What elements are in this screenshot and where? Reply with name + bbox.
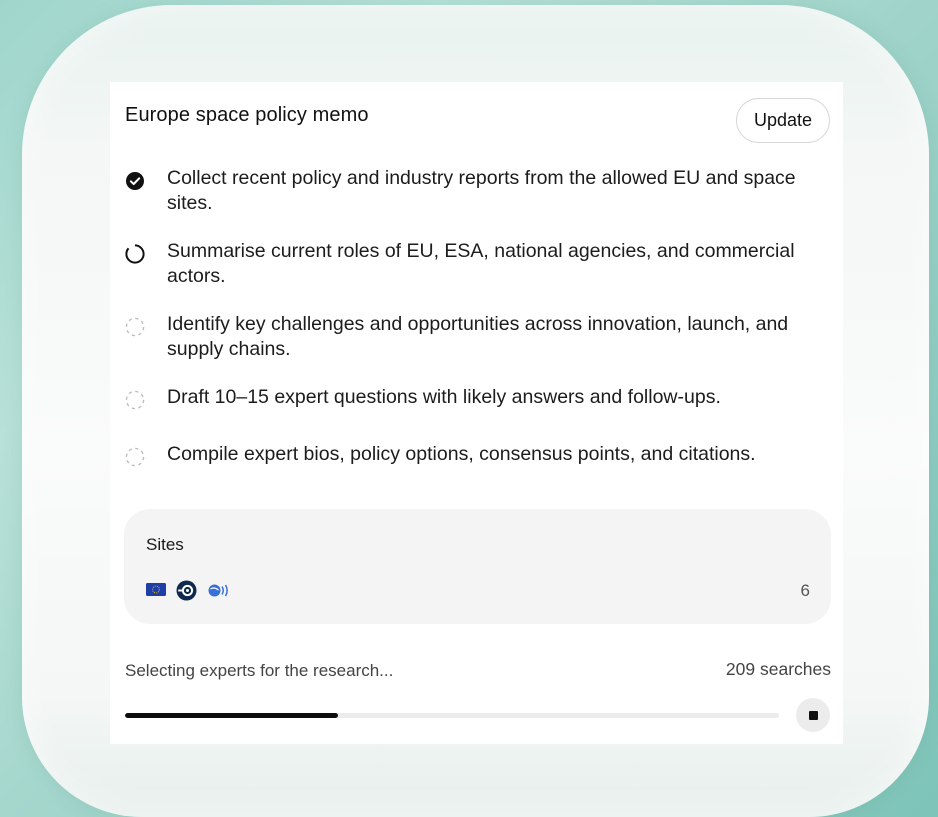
task-text: Identify key challenges and opportunitie… — [167, 313, 789, 360]
search-count: 209 searches — [725, 659, 831, 679]
progress-fill — [125, 713, 338, 718]
space-globe-icon — [208, 584, 228, 597]
status-text: Selecting experts for the research... — [125, 661, 394, 680]
esa-logo-icon — [176, 580, 197, 601]
update-button[interactable]: Update — [736, 98, 830, 143]
stop-button[interactable] — [796, 698, 830, 732]
research-plan-card: Europe space policy memo Update Collect … — [110, 82, 843, 744]
sites-label: Sites — [146, 535, 184, 554]
spinner-icon — [125, 244, 145, 264]
task-text: Draft 10–15 expert questions with likely… — [167, 386, 721, 408]
task-text: Collect recent policy and industry repor… — [167, 167, 796, 214]
stop-icon — [809, 711, 818, 720]
task-text: Summarise current roles of EU, ESA, nati… — [167, 240, 795, 287]
check-circle-icon — [126, 172, 144, 190]
sites-count: 6 — [800, 581, 810, 600]
memo-title: Europe space policy memo — [125, 104, 369, 126]
pending-circle-icon — [125, 447, 145, 467]
pending-circle-icon — [125, 317, 145, 337]
sites-panel[interactable]: Sites 6 — [124, 509, 831, 624]
task-text: Compile expert bios, policy options, con… — [167, 443, 756, 465]
pending-circle-icon — [125, 390, 145, 410]
eu-flag-icon — [146, 583, 166, 596]
progress-bar — [125, 713, 779, 718]
